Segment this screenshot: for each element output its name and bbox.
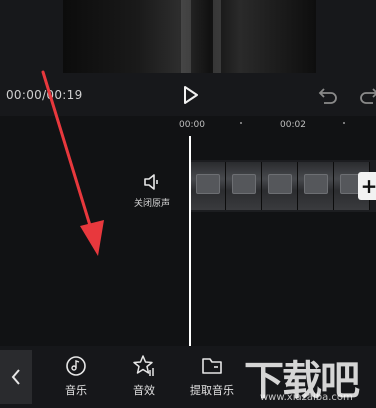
ruler-time-label: 00:02: [280, 120, 306, 130]
bottom-toolbar: 音乐 音效 提取音乐 下载吧 www.xiazaiba.com: [0, 346, 376, 408]
ruler-tick: [240, 122, 242, 124]
video-frame-detail: [181, 0, 191, 73]
video-track[interactable]: [190, 160, 376, 212]
sound-effects-button[interactable]: 音效: [114, 354, 174, 404]
ruler-time-label: 00:00: [179, 120, 205, 130]
extract-music-button[interactable]: 提取音乐: [182, 354, 242, 404]
playback-time: 00:00/00:19: [6, 88, 83, 102]
music-button[interactable]: 音乐: [46, 354, 106, 404]
clip-thumbnail: [226, 162, 262, 210]
clip-thumbnail: [190, 162, 226, 210]
mute-original-sound-button[interactable]: 关闭原声: [130, 168, 174, 212]
ruler-tick: [343, 122, 345, 124]
sound-effects-label: 音效: [133, 384, 155, 397]
timeline-panel[interactable]: 00:00 00:02 关闭原声 +: [0, 116, 376, 346]
back-button[interactable]: [0, 350, 32, 404]
star-sound-icon: [133, 355, 154, 376]
clip-thumbnail: [262, 162, 298, 210]
watermark-url: www.xiazaiba.com: [260, 392, 353, 403]
mute-label: 关闭原声: [133, 199, 170, 209]
play-button[interactable]: [179, 83, 203, 107]
clip-thumbnail: [298, 162, 334, 210]
redo-button[interactable]: [357, 85, 376, 105]
extract-music-label: 提取音乐: [190, 384, 234, 397]
video-preview-area: 00:00/00:19: [0, 0, 376, 116]
play-icon: [184, 86, 198, 104]
folder-extract-icon: [202, 358, 222, 374]
chevron-left-icon: [11, 369, 20, 385]
redo-icon: [360, 88, 376, 104]
music-disc-icon: [66, 356, 86, 376]
undo-icon: [318, 88, 337, 104]
speaker-muted-icon: [144, 174, 158, 190]
playhead[interactable]: [189, 136, 191, 346]
watermark: 下载吧 www.xiazaiba.com: [244, 348, 374, 406]
undo-button[interactable]: [318, 85, 340, 105]
music-label: 音乐: [65, 384, 87, 397]
video-frame-detail: [213, 0, 221, 73]
add-clip-button[interactable]: +: [358, 172, 376, 200]
video-frame[interactable]: [63, 0, 316, 73]
